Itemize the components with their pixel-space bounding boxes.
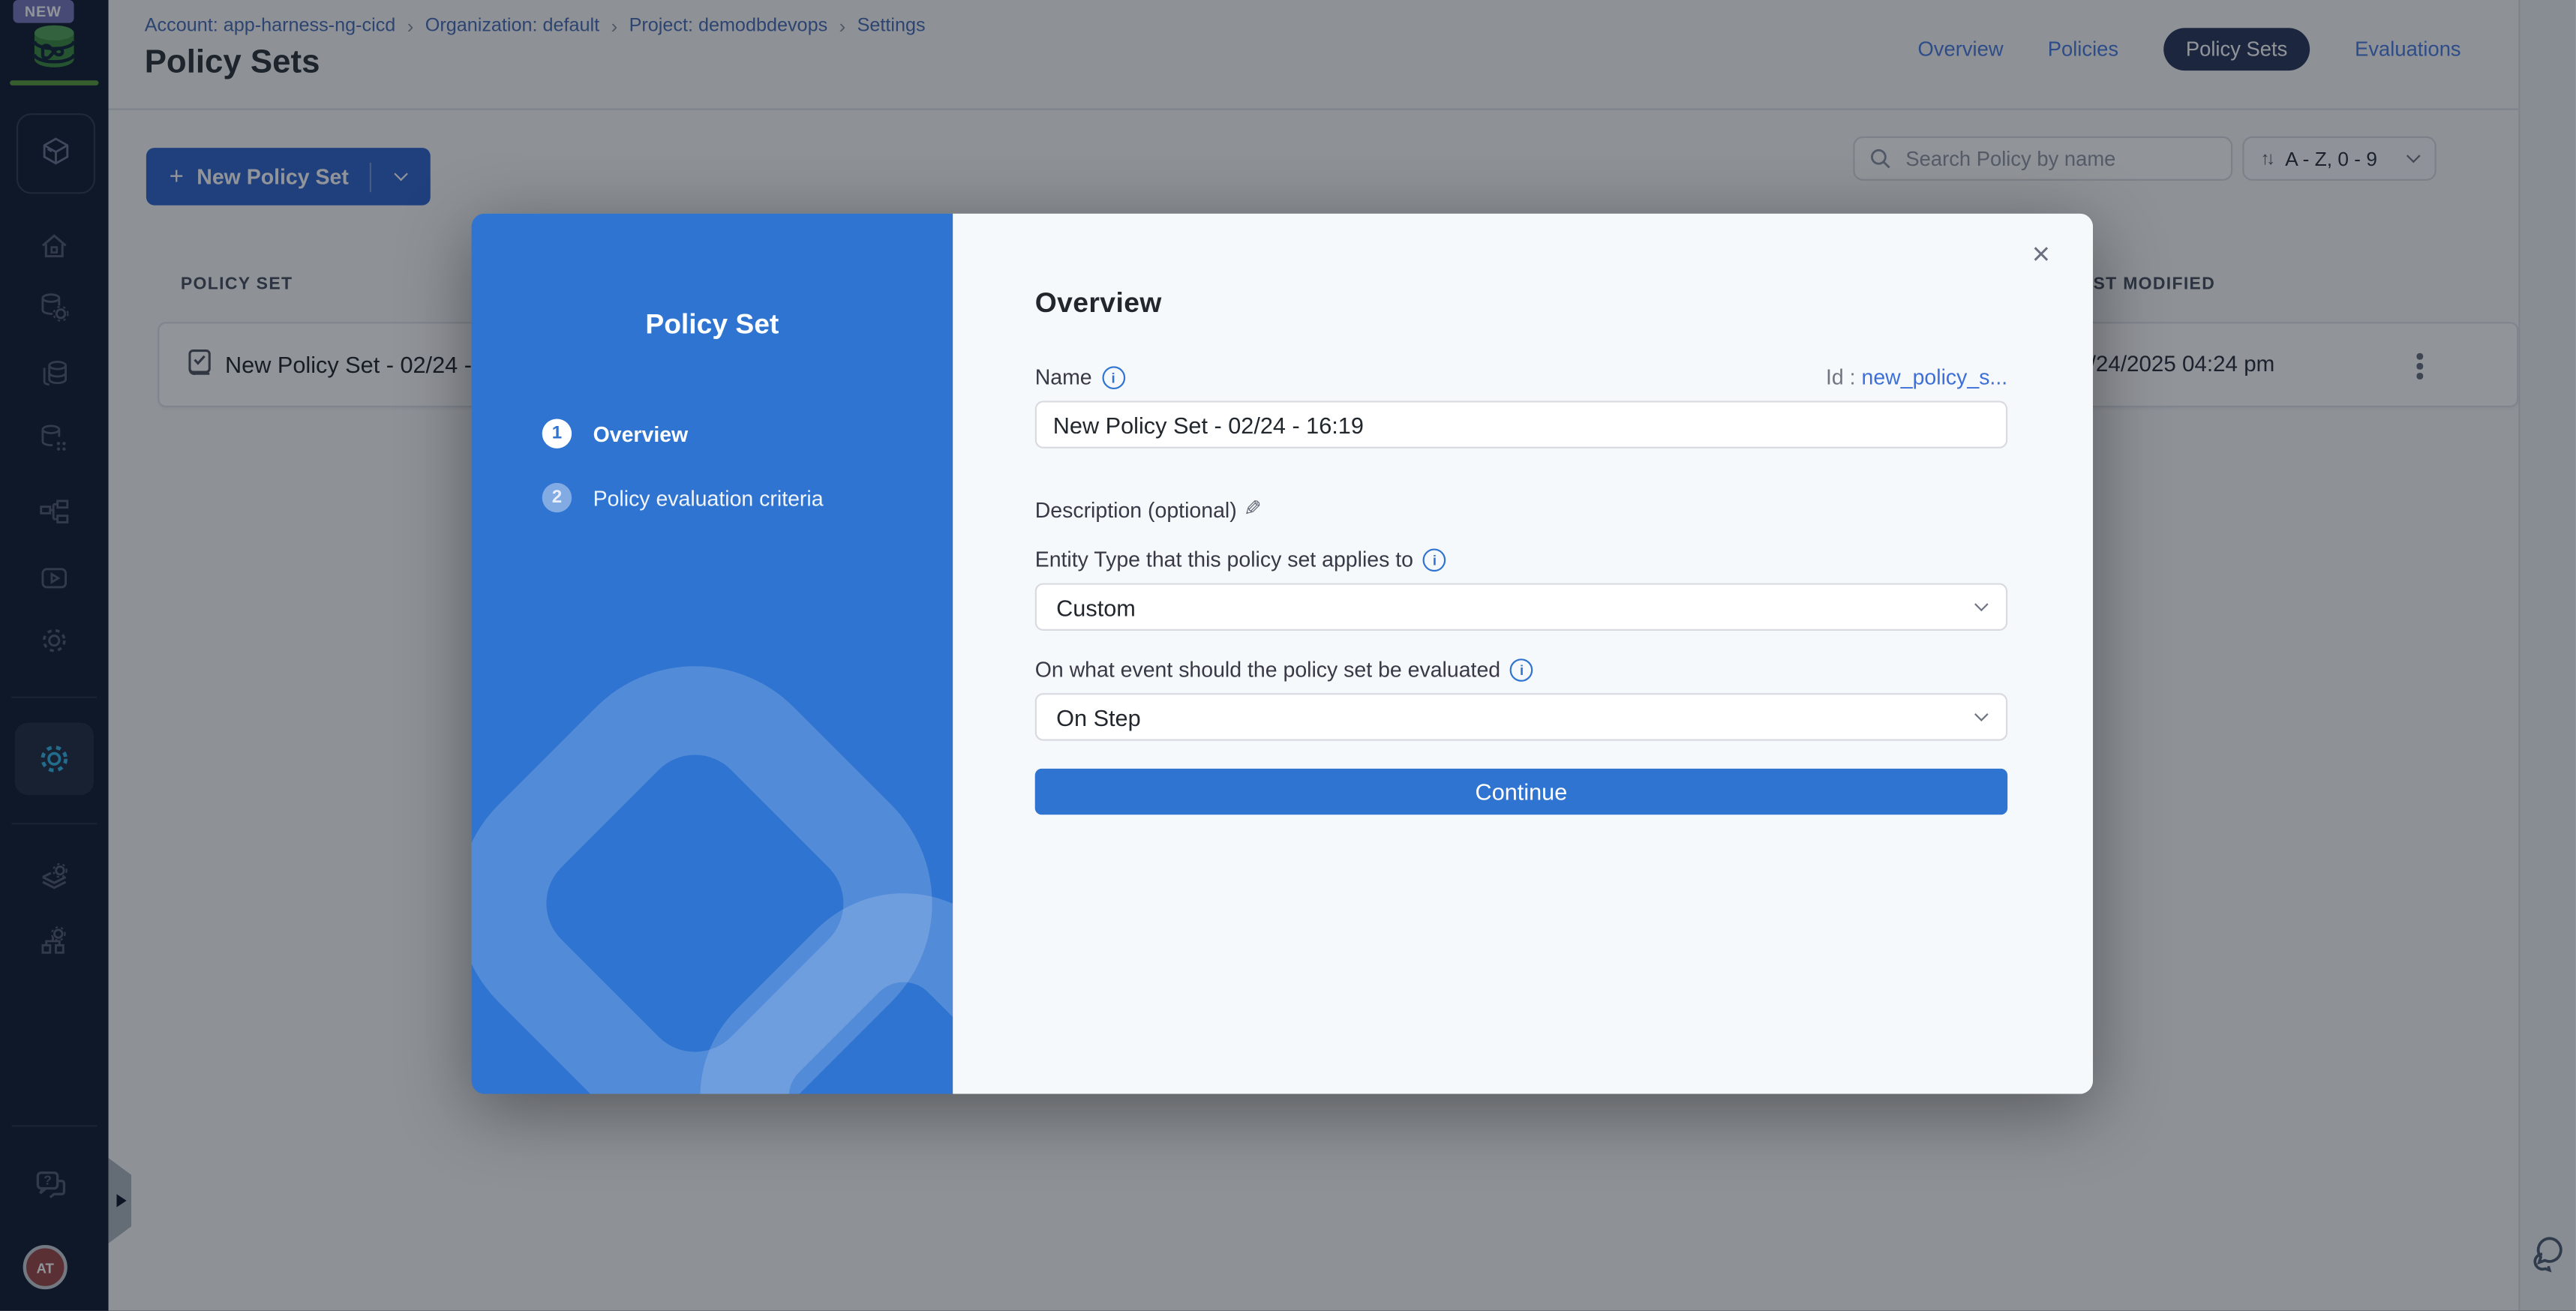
entity-type-label-row: Entity Type that this policy set applies… [1035,547,2007,572]
event-select[interactable]: On Step [1035,693,2007,741]
wizard-step-evaluation-criteria[interactable]: 2 Policy evaluation criteria [542,483,953,512]
policy-set-wizard-modal: Policy Set 1 Overview 2 Policy evaluatio… [472,214,2094,1094]
description-row: Description (optional) [1035,496,2007,522]
entity-type-select[interactable]: Custom [1035,583,2007,631]
wizard-steps: 1 Overview 2 Policy evaluation criteria [542,418,953,512]
step-label: Overview [593,422,689,446]
info-icon[interactable] [1510,658,1533,681]
continue-button[interactable]: Continue [1035,769,2007,814]
wizard-form-panel: × Overview Name Id : new_policy_s... Des… [953,214,2093,1094]
description-label: Description (optional) [1035,496,1237,521]
event-label: On what event should the policy set be e… [1035,657,1533,682]
step-label: Policy evaluation criteria [593,485,824,510]
chevron-down-icon [1974,707,1988,722]
name-input[interactable] [1035,400,2007,448]
close-icon[interactable]: × [2032,240,2050,272]
entity-id: Id : new_policy_s... [1826,364,2007,389]
entity-type-label: Entity Type that this policy set applies… [1035,547,1446,572]
name-label-row: Name Id : new_policy_s... [1035,364,2007,389]
step-number: 2 [542,483,572,512]
step-number: 1 [542,418,572,448]
harness-watermark-logo [472,640,953,1094]
edit-pencil-icon[interactable] [1243,496,1261,522]
name-label: Name [1035,364,1125,389]
wizard-title: Policy Set [472,309,953,342]
event-label-row: On what event should the policy set be e… [1035,657,2007,682]
entity-type-value: Custom [1056,594,1136,620]
info-icon[interactable] [1423,548,1446,571]
wizard-step-overview[interactable]: 1 Overview [542,418,953,448]
step-heading: Overview [1035,287,2007,320]
info-icon[interactable] [1102,365,1125,388]
screen: Account: app-harness-ng-cicd › Organizat… [0,0,2576,1311]
wizard-nav-panel: Policy Set 1 Overview 2 Policy evaluatio… [472,214,953,1094]
event-value: On Step [1056,704,1141,730]
chevron-down-icon [1974,597,1988,611]
entity-id-link[interactable]: new_policy_s... [1862,364,2008,389]
